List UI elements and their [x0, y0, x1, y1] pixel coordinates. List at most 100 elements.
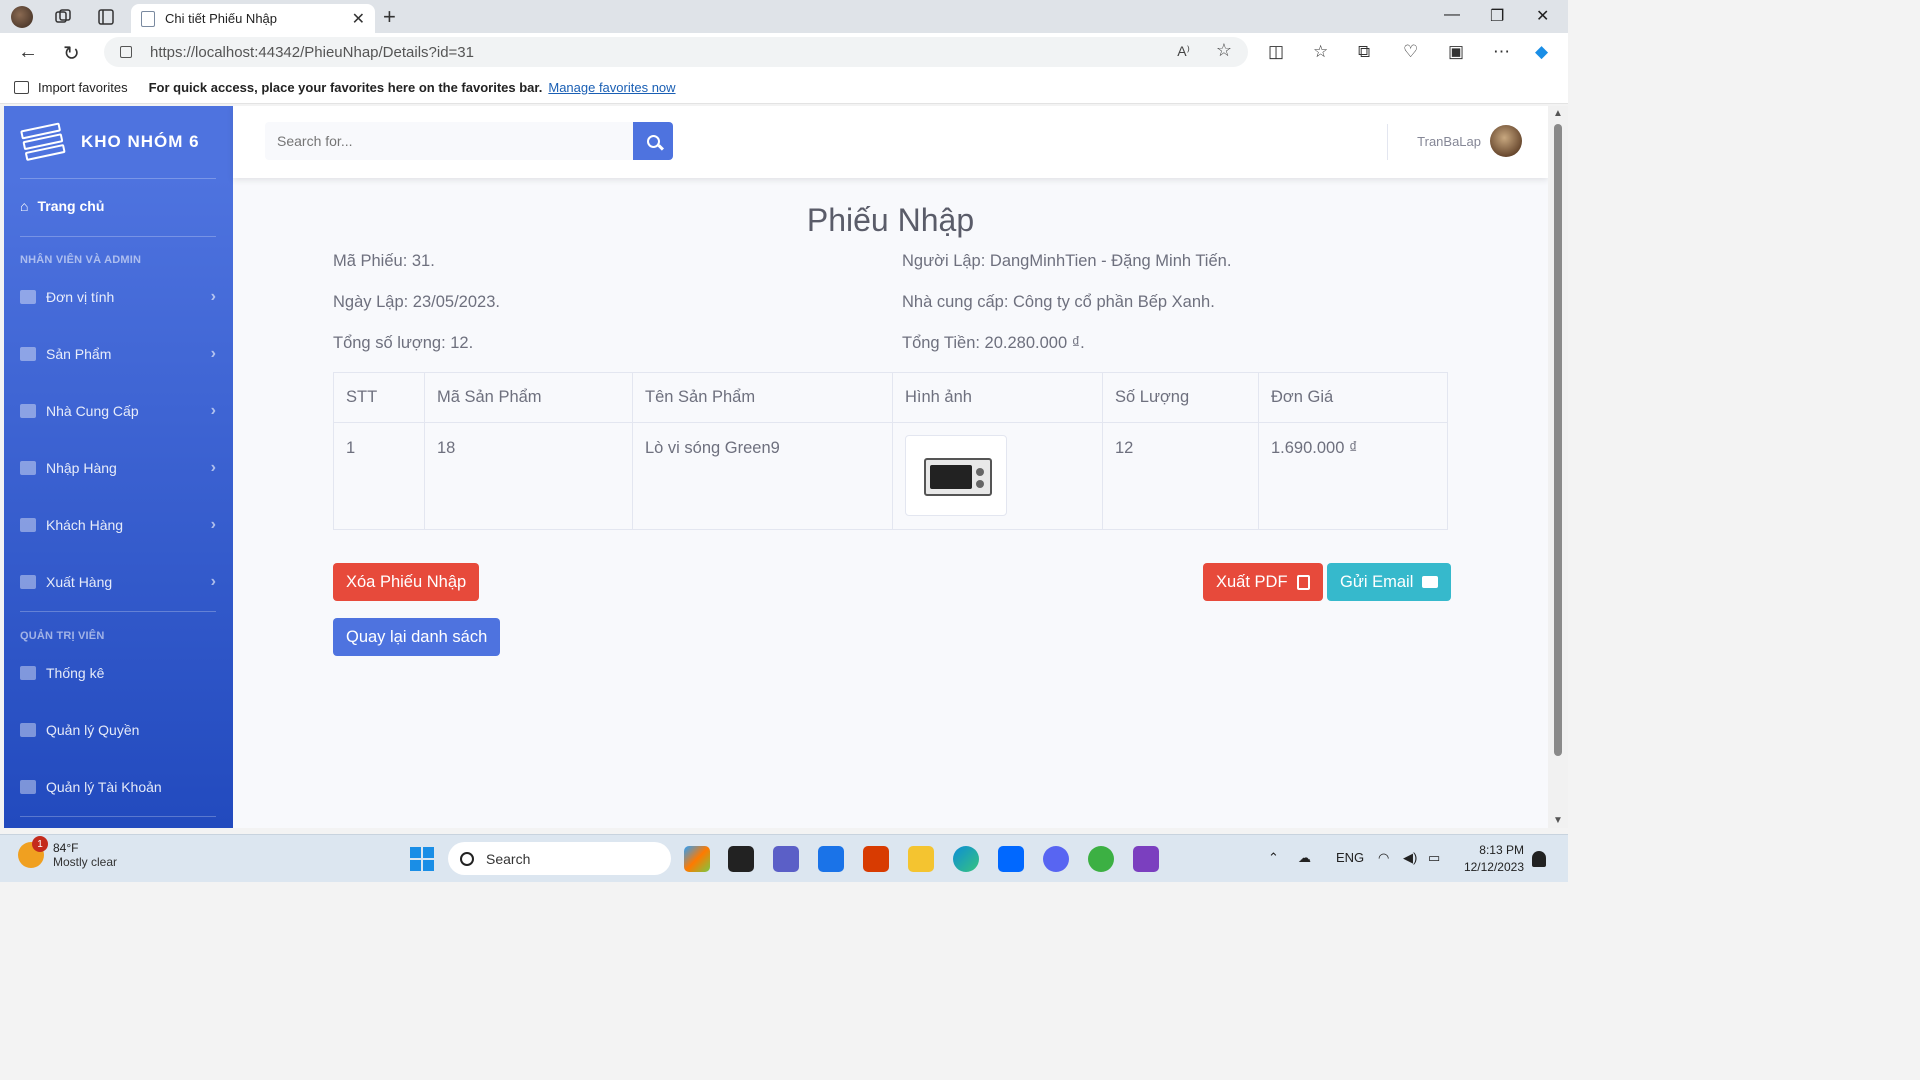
receipt-total-amount: Tổng Tiền: 20.280.000 ₫.	[902, 334, 1085, 352]
favorites-icon[interactable]: ☆	[1313, 42, 1328, 62]
more-options-icon[interactable]: ⋯	[1493, 42, 1510, 62]
edge-icon[interactable]	[953, 846, 979, 872]
profile-avatar-icon[interactable]	[11, 6, 33, 28]
search-input[interactable]	[265, 122, 633, 160]
browser-essentials-icon[interactable]: ♡	[1403, 42, 1418, 62]
chevron-right-icon: ›	[210, 459, 216, 476]
file-explorer-icon[interactable]	[908, 846, 934, 872]
close-tab-icon[interactable]: ✕	[352, 9, 365, 29]
sidebar-item-imports[interactable]: Nhập Hàng ›	[20, 457, 216, 479]
system-clock[interactable]: 8:13 PM 12/12/2023	[1464, 842, 1524, 876]
sidebar-item-permissions[interactable]: Quản lý Quyền	[20, 719, 216, 741]
user-menu[interactable]: TranBaLap	[1417, 125, 1522, 157]
calculator-icon	[20, 666, 36, 680]
username: TranBaLap	[1417, 133, 1481, 149]
topbar: TranBaLap	[233, 106, 1548, 178]
sidebar-item-units[interactable]: Đơn vị tính ›	[20, 286, 216, 308]
warehouse-logo-icon	[18, 120, 70, 165]
cell-image	[892, 422, 1103, 530]
sidebar-item-statistics[interactable]: Thống kê	[20, 662, 216, 684]
maximize-icon[interactable]: ❐	[1490, 6, 1504, 26]
language-indicator[interactable]: ENG	[1336, 850, 1364, 865]
temperature: 84°F	[53, 841, 79, 855]
url-field[interactable]: https://localhost:44342/PhieuNhap/Detail…	[104, 37, 1248, 67]
collections-icon[interactable]: ⧉	[1358, 42, 1370, 62]
tab-actions-icon[interactable]	[95, 6, 117, 28]
sidebar-item-suppliers[interactable]: Nhà Cung Cấp ›	[20, 400, 216, 422]
office-icon[interactable]	[863, 846, 889, 872]
sidebar-brand[interactable]: KHO NHÓM 6	[4, 106, 233, 178]
manage-favorites-link[interactable]: Manage favorites now	[548, 80, 675, 95]
mail-icon[interactable]	[818, 846, 844, 872]
browser-tab-bar: Chi tiết Phiếu Nhập ✕ + — ❐ ✕	[0, 0, 1568, 33]
sidebar-item-label: Xuất Hàng	[46, 574, 113, 590]
notification-badge: 1	[32, 836, 48, 852]
copilot-icon[interactable]: ◆	[1535, 42, 1548, 62]
minimize-icon[interactable]: —	[1444, 6, 1460, 24]
sidebar-item-products[interactable]: Sản Phẩm ›	[20, 343, 216, 365]
battery-icon[interactable]: ▭	[1428, 850, 1440, 866]
taskbar-search[interactable]: Search	[448, 842, 671, 875]
sidebar-item-label: Khách Hàng	[46, 517, 124, 533]
read-aloud-icon[interactable]: A⁾	[1177, 43, 1190, 60]
sidebar-item-accounts[interactable]: Quản lý Tài Khoản	[20, 776, 216, 798]
scroll-down-icon[interactable]: ▼	[1553, 815, 1563, 826]
volume-icon[interactable]: ◀)	[1403, 850, 1417, 866]
sidebar-item-home[interactable]: ⌂ Trang chủ	[20, 198, 104, 214]
receipt-date: Ngày Lập: 23/05/2023.	[333, 293, 500, 311]
chevron-right-icon: ›	[210, 288, 216, 305]
import-favorites[interactable]: Import favorites	[14, 80, 128, 95]
send-email-button[interactable]: Gửi Email	[1327, 563, 1452, 601]
address-bar-row: ← ↻ https://localhost:44342/PhieuNhap/De…	[0, 33, 1568, 71]
tab-active[interactable]: Chi tiết Phiếu Nhập ✕	[131, 4, 375, 33]
search-button[interactable]	[633, 122, 673, 160]
copilot-preview-icon[interactable]	[684, 846, 710, 872]
cell-quantity: 12	[1102, 422, 1259, 530]
sidebar-divider	[20, 611, 216, 612]
column-header: STT	[333, 372, 425, 423]
zalo-icon[interactable]	[998, 846, 1024, 872]
cell-unit-price: 1.690.000 ₫	[1258, 422, 1448, 530]
cell-product-code: 18	[424, 422, 633, 530]
visual-studio-icon[interactable]	[1133, 846, 1159, 872]
send-email-label: Gửi Email	[1340, 572, 1414, 591]
sidebar-divider	[20, 816, 216, 817]
edge-drop-icon[interactable]: ▣	[1448, 42, 1464, 62]
windows-start-icon[interactable]	[410, 847, 434, 871]
sidebar-heading-admin: QUẢN TRỊ VIÊN	[20, 630, 105, 642]
favorite-star-icon[interactable]: ☆	[1216, 40, 1232, 61]
wifi-icon[interactable]: ◠	[1378, 850, 1389, 866]
app-icon[interactable]	[1088, 846, 1114, 872]
sidebar-item-exports[interactable]: Xuất Hàng ›	[20, 571, 216, 593]
split-screen-icon[interactable]: ◫	[1268, 42, 1284, 62]
refresh-icon[interactable]: ↻	[63, 41, 80, 66]
new-tab-icon[interactable]: +	[383, 4, 396, 30]
discord-icon[interactable]	[1043, 846, 1069, 872]
main-content: Phiếu Nhập Mã Phiếu: 31. Ngày Lập: 23/05…	[233, 178, 1548, 828]
lock-icon[interactable]	[120, 46, 132, 58]
scroll-up-icon[interactable]: ▲	[1553, 108, 1563, 119]
receipt-creator: Người Lập: DangMinhTien - Đặng Minh Tiến…	[902, 252, 1232, 270]
export-pdf-button[interactable]: Xuất PDF	[1203, 563, 1323, 601]
workspaces-icon[interactable]	[52, 6, 74, 28]
back-icon[interactable]: ←	[18, 41, 38, 64]
favorites-message: For quick access, place your favorites h…	[148, 79, 543, 95]
back-to-list-button[interactable]: Quay lại danh sách	[333, 618, 501, 656]
sidebar-item-label: Nhà Cung Cấp	[46, 403, 139, 419]
page-scrollbar[interactable]: ▲ ▼	[1548, 106, 1568, 828]
scrollbar-thumb[interactable]	[1554, 124, 1562, 756]
delete-receipt-button[interactable]: Xóa Phiếu Nhập	[333, 563, 480, 601]
show-hidden-icons-icon[interactable]: ⌃	[1268, 850, 1279, 866]
teams-icon[interactable]	[773, 846, 799, 872]
delete-receipt-label: Xóa Phiếu Nhập	[346, 572, 467, 591]
chevron-right-icon: ›	[210, 516, 216, 533]
sidebar-item-customers[interactable]: Khách Hàng ›	[20, 514, 216, 536]
close-window-icon[interactable]: ✕	[1536, 6, 1549, 26]
topbar-divider	[1387, 124, 1388, 160]
column-header: Đơn Giá	[1258, 372, 1448, 423]
weather-widget[interactable]: 1 84°F Mostly clear	[18, 836, 117, 869]
back-to-list-label: Quay lại danh sách	[346, 627, 488, 646]
onedrive-icon[interactable]: ☁	[1298, 850, 1311, 866]
notification-bell-icon[interactable]	[1532, 851, 1546, 867]
file-manager-icon[interactable]	[728, 846, 754, 872]
